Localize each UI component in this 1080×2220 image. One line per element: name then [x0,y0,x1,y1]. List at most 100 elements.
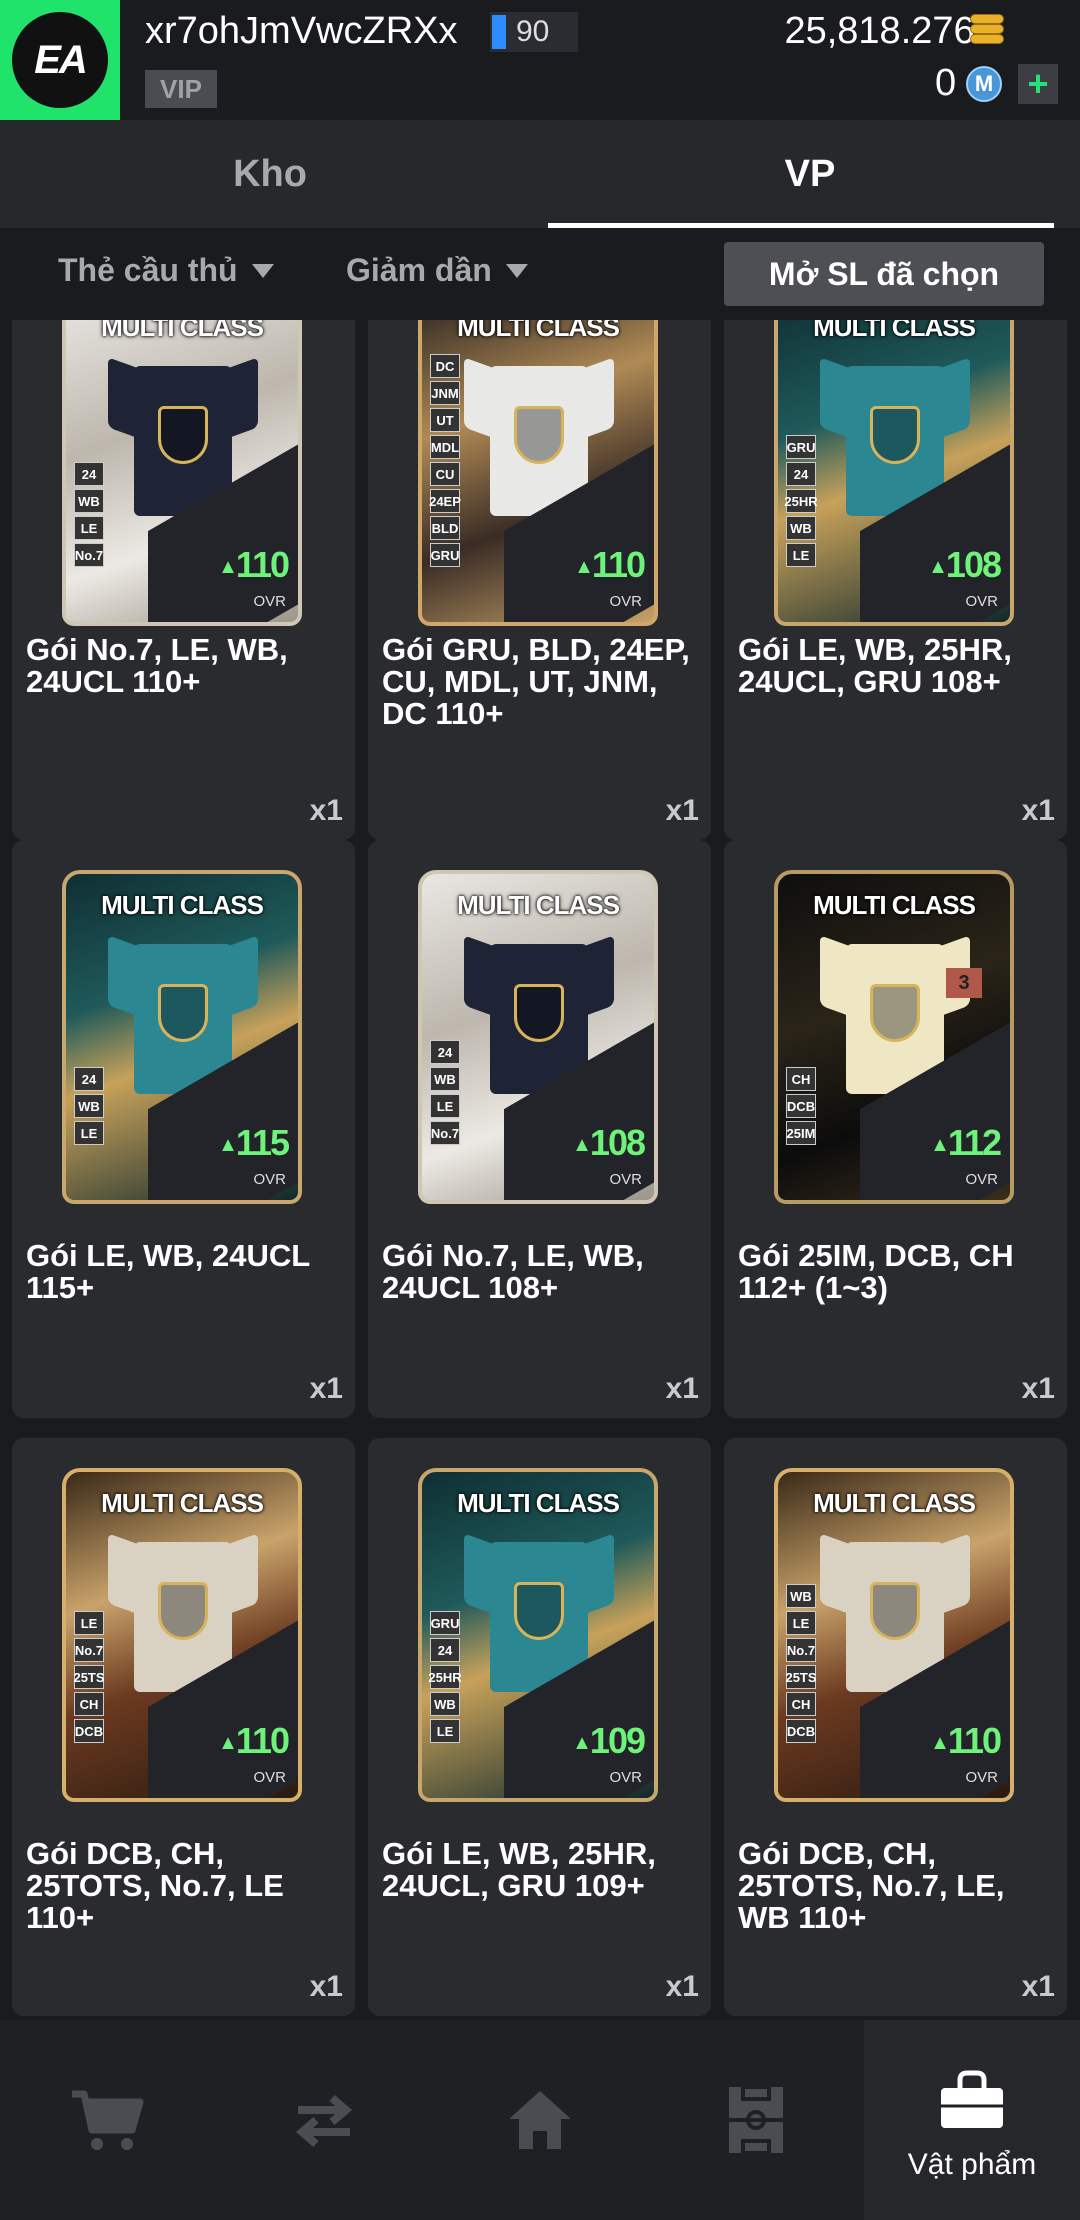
rank-tag: 3 [946,968,982,998]
nav-items[interactable]: Vật phẩm [864,2020,1080,2220]
open-selected-button[interactable]: Mở SL đã chọn [724,242,1044,306]
position-badge: BLD [430,516,460,540]
nav-items-label: Vật phẩm [907,2148,1037,2181]
position-badge: GRU [430,543,460,567]
item-name: Gói LE, WB, 25HR, 24UCL, GRU 109+ [382,1836,656,1903]
pack-card-image: MULTI CLASS GRU 24 25HR WB LE ▲109 OVR [418,1468,658,1802]
item-quantity: x1 [1021,794,1055,827]
nav-transfer[interactable] [216,2020,432,2220]
item-quantity: x1 [309,1372,343,1405]
position-badge: No.7 [74,1638,104,1662]
dropdown-triangle-icon [505,263,528,278]
ovr-label: OVR [253,593,286,610]
pack-card-image: MULTI CLASS WB LE No.7 25TS CH DCB ▲110 OVR [774,1468,1014,1802]
position-badge: 24 [786,462,816,486]
position-badge: LE [430,1094,460,1118]
position-badge: 25TS [785,1665,817,1689]
position-badge: CU [430,462,460,486]
item-tile[interactable]: MULTI CLASS WB LE No.7 25TS CH DCB ▲110 OVR G… [724,1438,1067,2016]
item-tile[interactable]: MULTI CLASS 24 WB LE No.7 ▲110 OVR Gói No.7… [12,320,355,840]
position-badge: DCB [786,1719,816,1743]
ovr-value: ▲115 [218,1122,290,1163]
pack-card-image: MULTI CLASS 24 WB LE No.7 ▲110 OVR [62,320,302,626]
type-filter-label: Thẻ cầu thủ [58,252,238,288]
item-tile[interactable]: MULTI CLASS GRU 24 25HR WB LE ▲108 OVR Gói L… [724,320,1067,840]
pack-card-image: MULTI CLASS LE No.7 25TS CH DCB ▲110 OVR [62,1468,302,1802]
multi-class-label: MULTI CLASS [101,1488,264,1518]
position-badge: DC [430,354,460,378]
tab-kho[interactable]: Kho [0,120,540,228]
ovr-arrow-icon: ▲ [574,555,594,578]
item-quantity: x1 [665,1372,699,1405]
ovr-value: ▲110 [218,544,290,585]
position-badge: CH [74,1692,104,1716]
pack-card-image: MULTI CLASS 24 WB LE ▲115 OVR [62,870,302,1204]
tab-vp[interactable]: VP [540,120,1080,228]
level-value: 90 [516,15,550,48]
position-badge: 24EP [429,489,461,513]
top-header: EA xr7ohJmVwcZRXx 90 VIP 25,818.276B 0 M… [0,0,1080,120]
position-badge: JNM [430,381,460,405]
ovr-arrow-icon: ▲ [572,1133,592,1156]
position-badge: 25TS [73,1665,105,1689]
ovr-value: ▲108 [572,1122,646,1163]
multi-class-label: MULTI CLASS [813,320,976,342]
dropdown-triangle-icon [251,263,274,278]
item-tile[interactable]: MULTI CLASS DC JNM UT MDL CU 24EP BLD GRU ▲110 … [368,320,711,840]
multi-class-label: MULTI CLASS [457,1488,620,1518]
item-tile[interactable]: MULTI CLASS GRU 24 25HR WB LE ▲109 OVR Gói L… [368,1438,711,2016]
pack-card-image: MULTI CLASS 24 WB LE No.7 ▲108 OVR [418,870,658,1204]
ovr-label: OVR [609,1769,642,1786]
position-badge: 24 [430,1638,460,1662]
item-name: Gói LE, WB, 24UCL 115+ [26,1238,310,1305]
item-name: Gói LE, WB, 25HR, 24UCL, GRU 108+ [738,632,1012,699]
item-name: Gói 25IM, DCB, CH 112+ (1~3) [738,1238,1014,1305]
ovr-arrow-icon: ▲ [218,1731,238,1754]
position-badge: CH [786,1067,816,1091]
position-badge: WB [430,1692,460,1716]
add-currency-button[interactable]: + [1018,63,1058,104]
position-badge: No.7 [430,1121,460,1145]
m-coin-icon: M [966,66,1002,102]
type-filter-dropdown[interactable]: Thẻ cầu thủ [58,252,274,289]
position-badge: 25HR [784,489,818,513]
item-tile[interactable]: MULTI CLASS 24 WB LE ▲115 OVR Gói LE, WB, … [12,840,355,1418]
ovr-value: ▲108 [928,544,1002,585]
ovr-label: OVR [965,1769,998,1786]
filter-bar: Thẻ cầu thủ Giảm dần Mở SL đã chọn [0,228,1080,320]
vip-badge[interactable]: VIP [145,70,217,108]
position-badge: DCB [786,1094,816,1118]
sort-label: Giảm dần [346,252,492,288]
ovr-arrow-icon: ▲ [218,1133,238,1156]
item-name: Gói GRU, BLD, 24EP, CU, MDL, UT, JNM, DC… [382,632,690,731]
item-tile[interactable]: MULTI CLASS LE No.7 25TS CH DCB ▲110 OVR Gói… [12,1438,355,2016]
position-badge: MDL [430,435,460,459]
ovr-value: ▲110 [574,544,646,585]
position-badge: 24 [430,1040,460,1064]
ovr-arrow-icon: ▲ [218,555,238,578]
position-badge: 24 [74,1067,104,1091]
item-tile[interactable]: MULTI CLASS 3 CH DCB 25IM ▲112 OVR Gói 25I… [724,840,1067,1418]
nav-squad[interactable] [648,2020,864,2220]
position-badge: GRU [430,1611,460,1635]
cart-icon [72,2090,144,2150]
nav-shop[interactable] [0,2020,216,2220]
position-badge: LE [430,1719,460,1743]
nav-home[interactable] [432,2020,648,2220]
position-badge: LE [74,516,104,540]
ea-logo-icon: EA [12,12,108,108]
pack-card-image: MULTI CLASS GRU 24 25HR WB LE ▲108 OVR [774,320,1014,626]
ovr-arrow-icon: ▲ [930,1731,950,1754]
position-badge: DCB [74,1719,104,1743]
position-badge: LE [74,1121,104,1145]
item-name: Gói DCB, CH, 25TOTS, No.7, LE, WB 110+ [738,1836,1005,1935]
sort-dropdown[interactable]: Giảm dần [346,252,528,289]
home-icon [509,2091,571,2149]
tab-bar: Kho VP [0,120,1080,228]
item-quantity: x1 [665,794,699,827]
item-tile[interactable]: MULTI CLASS 24 WB LE No.7 ▲108 OVR Gói No.7… [368,840,711,1418]
username: xr7ohJmVwcZRXx [145,10,458,52]
ea-logo[interactable]: EA [0,0,120,120]
item-quantity: x1 [309,794,343,827]
ovr-label: OVR [253,1171,286,1188]
